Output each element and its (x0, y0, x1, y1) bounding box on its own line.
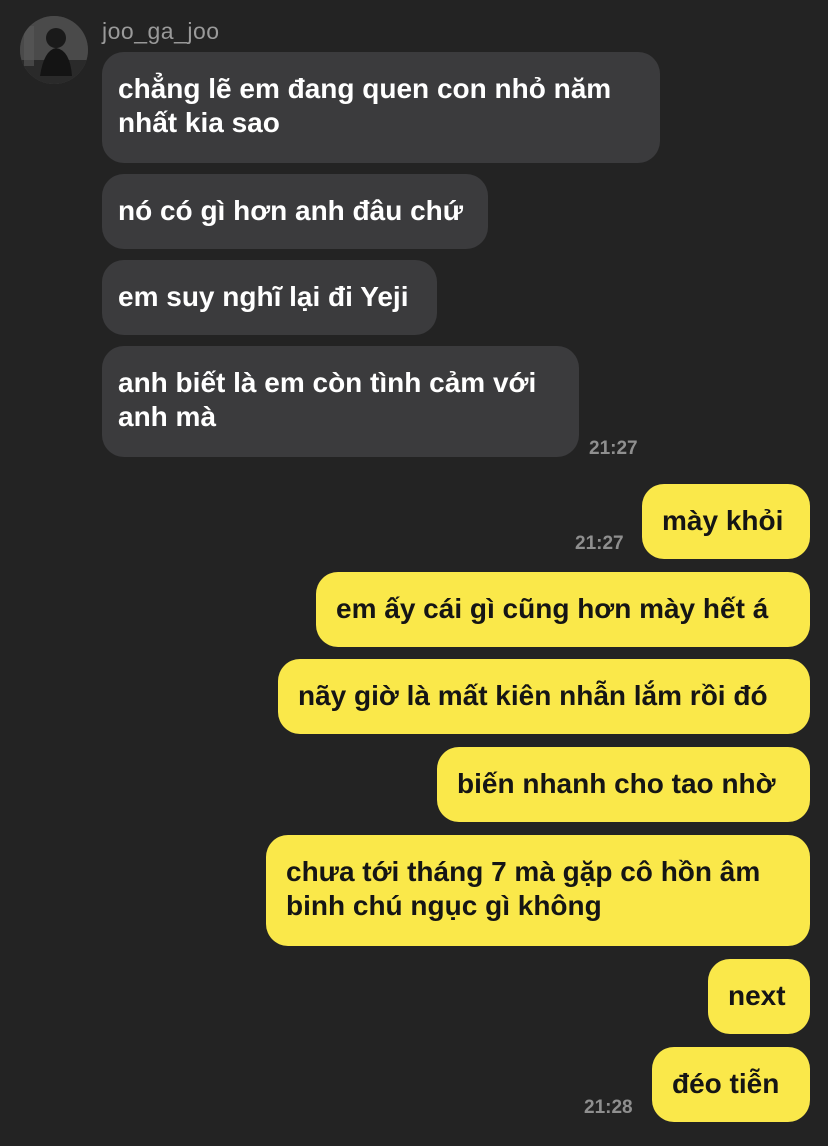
avatar-photo-icon (20, 16, 88, 84)
outgoing-message[interactable]: next (708, 959, 810, 1034)
sender-avatar[interactable] (20, 16, 88, 84)
outgoing-message[interactable]: chưa tới tháng 7 mà gặp cô hồn âm binh c… (266, 835, 810, 946)
outgoing-message[interactable]: em ấy cái gì cũng hơn mày hết á (316, 572, 810, 647)
incoming-message[interactable]: chẳng lẽ em đang quen con nhỏ năm nhất k… (102, 52, 660, 163)
outgoing-timestamp: 21:28 (584, 1097, 633, 1118)
incoming-message[interactable]: anh biết là em còn tình cảm với anh mà (102, 346, 579, 457)
outgoing-message[interactable]: biến nhanh cho tao nhờ (437, 747, 810, 822)
outgoing-timestamp: 21:27 (575, 533, 624, 554)
incoming-message[interactable]: nó có gì hơn anh đâu chứ (102, 174, 488, 249)
sender-name: joo_ga_joo (102, 18, 220, 44)
incoming-timestamp: 21:27 (589, 438, 638, 459)
outgoing-message[interactable]: đéo tiễn (652, 1047, 810, 1122)
outgoing-message[interactable]: mày khỏi (642, 484, 810, 559)
outgoing-message[interactable]: nãy giờ là mất kiên nhẫn lắm rồi đó (278, 659, 810, 734)
incoming-message[interactable]: em suy nghĩ lại đi Yeji (102, 260, 437, 335)
